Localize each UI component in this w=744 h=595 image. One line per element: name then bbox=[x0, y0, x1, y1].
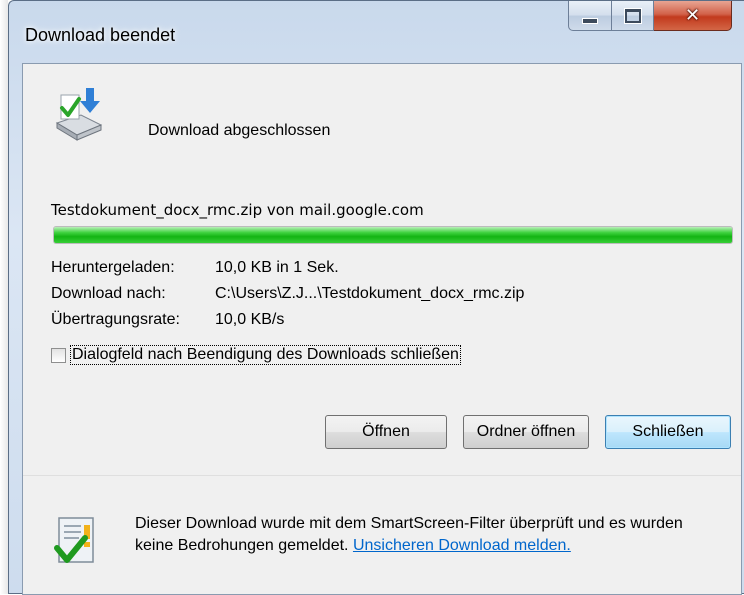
smartscreen-check-icon bbox=[54, 517, 94, 563]
close-on-finish-option[interactable]: Dialogfeld nach Beendigung des Downloads… bbox=[51, 345, 461, 365]
open-button[interactable]: Öffnen bbox=[325, 415, 447, 449]
smartscreen-message: Dieser Download wurde mit dem SmartScree… bbox=[135, 513, 725, 557]
report-unsafe-download-link[interactable]: Unsicheren Download melden. bbox=[353, 537, 571, 554]
close-on-finish-label[interactable]: Dialogfeld nach Beendigung des Downloads… bbox=[70, 345, 461, 365]
destination-value: C:\Users\Z.J...\Testdokument_docx_rmc.zi… bbox=[215, 285, 525, 302]
close-window-button[interactable]: ✕ bbox=[654, 1, 732, 31]
title-bar[interactable]: Download beendet ✕ bbox=[9, 1, 744, 63]
info-row-rate: Übertragungsrate: 10,0 KB/s bbox=[51, 311, 284, 329]
download-complete-icon bbox=[55, 88, 103, 141]
downloaded-value: 10,0 KB in 1 Sek. bbox=[215, 259, 339, 276]
close-on-finish-checkbox[interactable] bbox=[51, 347, 66, 363]
info-row-downloaded: Heruntergeladen: 10,0 KB in 1 Sek. bbox=[51, 259, 339, 277]
transfer-rate-value: 10,0 KB/s bbox=[215, 311, 285, 328]
download-status-text: Download abgeschlossen bbox=[148, 122, 331, 139]
close-icon: ✕ bbox=[684, 5, 701, 26]
download-filename: Testdokument_docx_rmc.zip von mail.googl… bbox=[51, 201, 424, 219]
transfer-rate-label: Übertragungsrate: bbox=[51, 311, 180, 328]
maximize-button[interactable] bbox=[612, 1, 654, 31]
smartscreen-footer: Dieser Download wurde mit dem SmartScree… bbox=[23, 475, 741, 594]
downloaded-label: Heruntergeladen: bbox=[51, 259, 175, 276]
download-progress-bar bbox=[53, 226, 733, 244]
desktop-edge bbox=[0, 0, 8, 594]
minimize-button[interactable] bbox=[568, 1, 612, 31]
dialog-client-area: Download abgeschlossen Testdokument_docx… bbox=[22, 63, 742, 595]
open-folder-button[interactable]: Ordner öffnen bbox=[463, 415, 589, 449]
progress-fill bbox=[54, 227, 732, 243]
minimize-icon bbox=[582, 8, 598, 24]
maximize-icon bbox=[623, 7, 642, 24]
window-title: Download beendet bbox=[25, 25, 176, 45]
destination-label: Download nach: bbox=[51, 285, 166, 302]
download-complete-window: Download beendet ✕ Download abgeschlosse… bbox=[8, 0, 744, 595]
close-button[interactable]: Schließen bbox=[605, 415, 731, 449]
caption-buttons: ✕ bbox=[568, 1, 732, 32]
info-row-destination: Download nach: C:\Users\Z.J...\Testdokum… bbox=[51, 285, 524, 303]
